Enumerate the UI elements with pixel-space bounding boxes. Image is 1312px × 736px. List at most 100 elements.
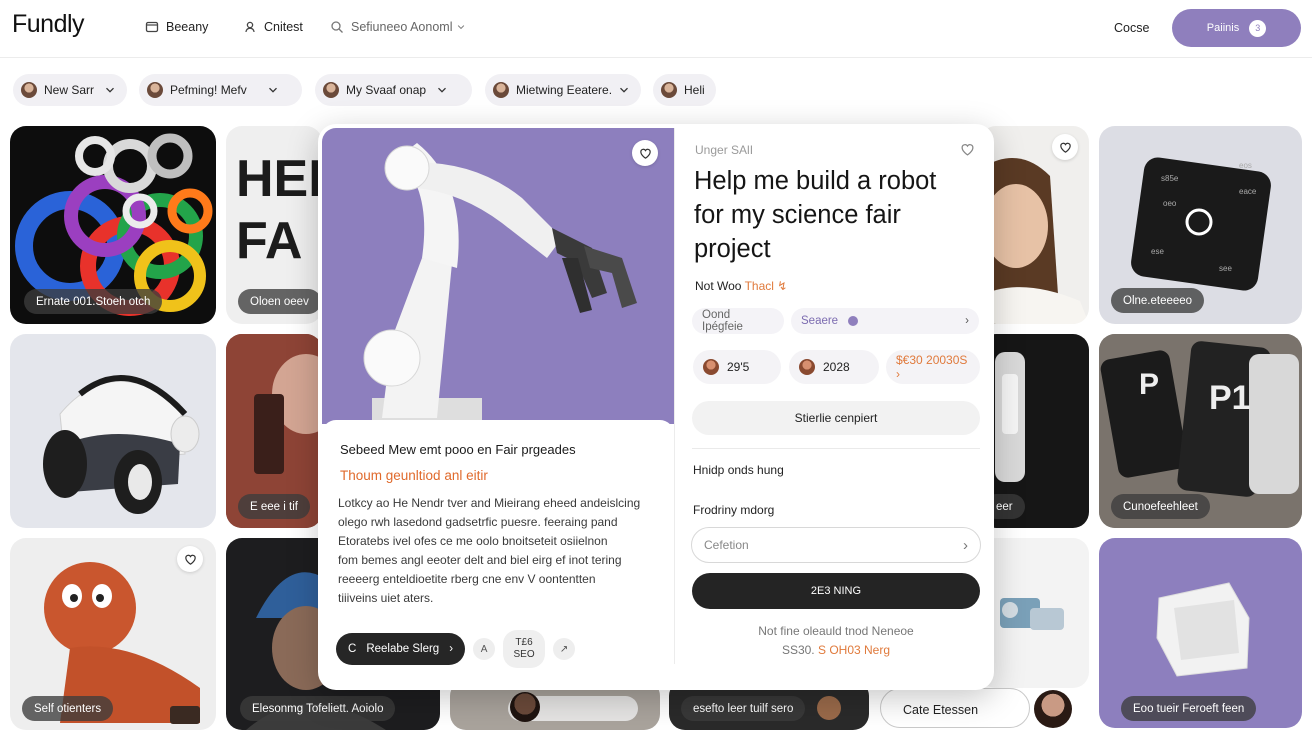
heart-icon[interactable] [960, 142, 975, 162]
nav-item-label: Beeany [166, 20, 209, 34]
cube-label: eace [1239, 187, 1257, 196]
heart-icon[interactable] [177, 546, 203, 572]
chevron-down-icon [438, 87, 447, 93]
link-icon[interactable]: ↗ [553, 638, 576, 660]
action-label: Reelabe Slerg [366, 643, 440, 655]
description-actions: C Reelabe Slerg › A T£6 SEO ↗ [336, 630, 576, 668]
modal-subtitle: Unger SAlI [695, 143, 754, 157]
nav-item-beeany[interactable]: Beeany [145, 20, 208, 34]
primary-button[interactable]: 2E3 NING [692, 573, 980, 609]
description-line: fom bemes angl eeoter delt and biel eirg… [338, 553, 622, 567]
tile-tag: E eee i tif [238, 494, 310, 519]
avatar [147, 82, 163, 98]
stat-top: T£6 [515, 637, 533, 648]
a-icon[interactable]: A [473, 638, 496, 660]
description-line: olego rwh lasedond gadsetrfic puesre. fe… [338, 515, 618, 529]
c-icon: C [348, 643, 357, 655]
secondary-button[interactable]: Stierlie cenpiert [692, 401, 980, 435]
project-detail-modal: Sebeed Mew emt pooo en Fair prgeades Tho… [318, 124, 994, 690]
project-tile[interactable] [980, 538, 1089, 688]
user-icon [245, 21, 255, 33]
robot-arm-illustration [363, 143, 637, 424]
avatar [661, 82, 677, 98]
stat-chip[interactable]: 2028 [789, 350, 879, 384]
footnote-main: SS30. [781, 643, 815, 657]
search-placeholder: Sefiuneeo Aonoml [351, 20, 453, 34]
chip-label: Mietwing Eeatere. [516, 83, 613, 97]
project-tile[interactable]: E eee i tif [226, 334, 322, 528]
chevron-right-icon: › [965, 315, 969, 327]
filter-chip[interactable]: My Svaaf onap [315, 74, 472, 106]
stat-chip[interactable]: T£6 SEO [503, 630, 546, 668]
project-tile[interactable]: Eoo tueir Feroeft feen [1099, 538, 1302, 728]
tag-pill[interactable]: Oond Ipégfeie [692, 308, 784, 334]
heart-icon[interactable] [632, 140, 658, 166]
modal-meta: Not Woo Thacl ↯ [695, 279, 787, 293]
text-input[interactable]: Cefetion › [691, 527, 981, 563]
avatar [799, 359, 815, 375]
modal-description-panel: Sebeed Mew emt pooo en Fair prgeades Tho… [322, 420, 674, 686]
search-icon [331, 21, 343, 33]
chevron-down-icon [268, 87, 277, 93]
modal-divider [674, 128, 675, 664]
project-tile[interactable]: eer [980, 334, 1089, 528]
avatar [817, 696, 841, 720]
contact-label: Cate Etessen [903, 703, 979, 717]
cube-label: s85e [1161, 174, 1179, 183]
input-placeholder: Cefetion [704, 538, 749, 552]
filter-chip[interactable]: Heli [653, 74, 716, 106]
cube-label: eos [1239, 161, 1252, 170]
project-tile[interactable] [980, 126, 1089, 324]
chevron-down-icon [106, 87, 114, 93]
chip-label: Pefming! Mefv [170, 83, 247, 97]
tile-tag: Cunoefeehleet [1111, 494, 1210, 519]
description-body: Lotkcy ao He Nendr tver and Mieirang ehe… [338, 494, 663, 608]
status-pill[interactable]: Seaere › [791, 308, 979, 334]
avatar [1034, 690, 1072, 728]
robot-car-image [43, 375, 200, 514]
primary-cta-button[interactable]: Paiinis 3 [1172, 9, 1301, 47]
project-tile[interactable]: HEI FA Oloen oeev [226, 126, 322, 324]
avatar [703, 359, 719, 375]
cube-label: ese [1151, 247, 1164, 256]
stat-label: $€30 20030S › [896, 353, 968, 381]
tile-tag: Self otienters [22, 696, 114, 721]
svg-text:P1: P1 [1209, 379, 1251, 417]
chevron-right-icon: › [449, 643, 454, 655]
app-logo[interactable]: Fundly [12, 10, 85, 39]
avatar [510, 692, 540, 722]
project-tile[interactable] [10, 334, 216, 528]
footnote-accent[interactable]: S OH03 Nerg [818, 643, 890, 657]
modal-title: Help me build a robot for my science fai… [694, 167, 937, 263]
description-line: reeeerg enteldioetite rberg cne env V oo… [338, 572, 596, 586]
gear-assembly-image [1000, 598, 1064, 630]
project-tile[interactable]: Self otienters [10, 538, 216, 730]
cocse-link[interactable]: Cocse [1114, 21, 1149, 35]
description-heading: Sebeed Mew emt pooo en Fair prgeades [340, 442, 576, 457]
avatar [493, 82, 509, 98]
divider [692, 448, 980, 449]
nav-item-cnitest[interactable]: Cnitest [243, 20, 303, 34]
tile-tag: Oloen oeev [238, 289, 321, 314]
search-field[interactable]: Sefiuneeo Aonoml [330, 20, 466, 34]
avatar [323, 82, 339, 98]
chip-label: New Sarr [44, 83, 95, 97]
cube-label: see [1219, 264, 1232, 273]
chevron-right-icon: › [963, 536, 968, 554]
stat-chip[interactable]: $€30 20030S › [886, 350, 980, 384]
tile-tag: Elesonmg Tofeliett. Aoiolo [240, 696, 396, 721]
stat-label: 2028 [823, 360, 850, 374]
heart-icon[interactable] [1052, 134, 1078, 160]
project-tile[interactable]: Ernate 001.Stoeh otch [10, 126, 216, 324]
action-button[interactable]: C Reelabe Slerg › [336, 633, 466, 665]
filter-chip[interactable]: Mietwing Eeatere. [485, 74, 641, 106]
stat-chip[interactable]: 29'5 [693, 350, 781, 384]
status-label: Seaere [801, 315, 839, 327]
contact-field[interactable]: Cate Etessen [880, 688, 1030, 728]
chevron-down-icon [458, 25, 465, 30]
filter-chip[interactable]: Pefming! Mefv [139, 74, 302, 106]
filter-chip[interactable]: New Sarr [13, 74, 127, 106]
project-tile[interactable]: s85e eos eace ese see oeo Olne.eteeeeo [1099, 126, 1302, 324]
description-line: tiiiveins uiet aters. [338, 591, 434, 605]
project-tile[interactable]: P P1 Cunoefeehleet [1099, 334, 1302, 528]
